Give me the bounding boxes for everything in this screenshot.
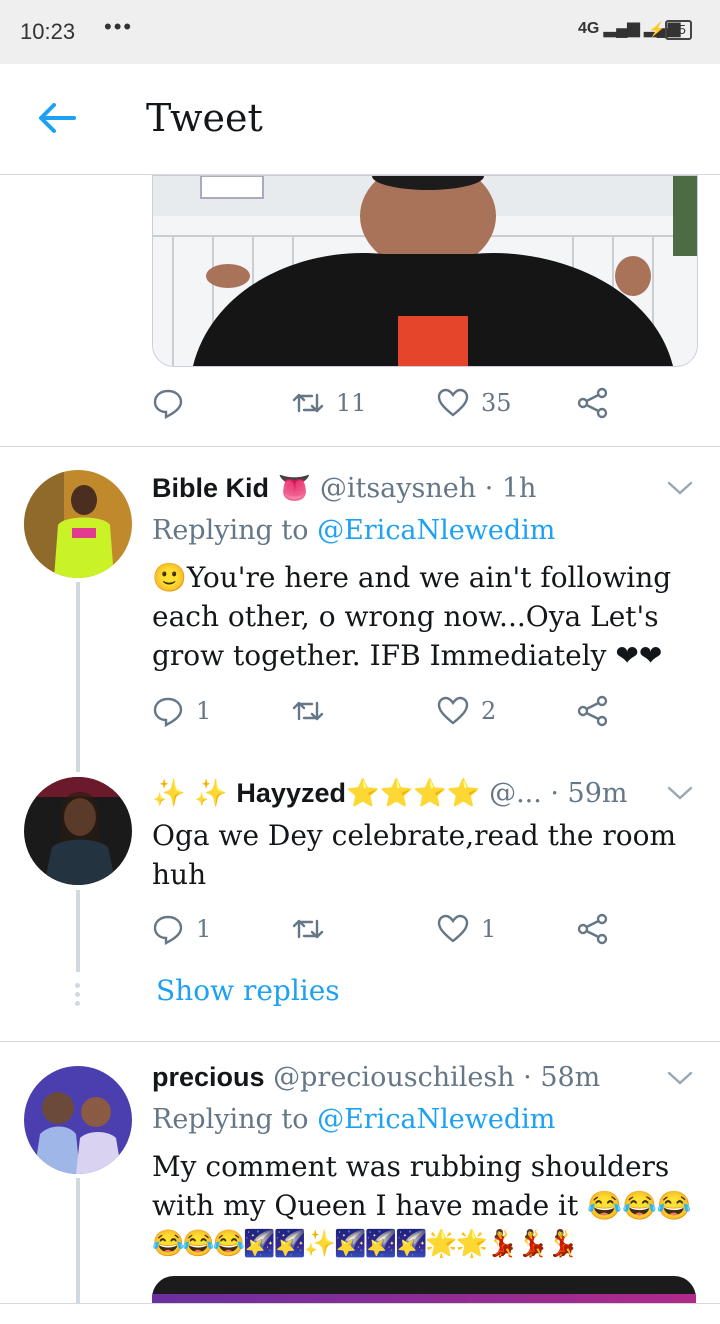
retweet-button[interactable] xyxy=(292,695,324,727)
avatar[interactable] xyxy=(24,1066,132,1174)
reply-header: precious @preciouschilesh · 58m xyxy=(152,1062,600,1093)
like-button[interactable]: 35 xyxy=(437,387,512,419)
retweet-icon xyxy=(292,393,324,413)
top-app-bar: Tweet xyxy=(0,64,720,175)
heart-icon xyxy=(437,696,469,725)
reply-icon xyxy=(153,389,183,419)
replying-to: Replying to @EricaNlewedim xyxy=(152,515,555,546)
chevron-down-icon[interactable] xyxy=(666,1068,694,1088)
replying-to-label: Replying to xyxy=(152,1104,318,1135)
reply-icon xyxy=(153,697,183,727)
retweet-icon xyxy=(292,919,324,939)
heart-icon xyxy=(437,388,469,417)
like-count: 2 xyxy=(481,697,497,725)
mention-link[interactable]: @EricaNlewedim xyxy=(317,1104,555,1135)
reply-header: ✨ ✨ Hayyzed⭐⭐⭐⭐ @... · 59m xyxy=(152,777,628,809)
thread-line xyxy=(76,582,80,772)
thread-line xyxy=(76,1178,80,1303)
reply-actions: 1 1 xyxy=(152,913,622,953)
avatar-image xyxy=(24,470,132,578)
replying-to: Replying to @EricaNlewedim xyxy=(152,1104,555,1135)
avatar-image xyxy=(24,1066,132,1174)
status-notification-dots: ••• xyxy=(104,14,134,39)
reply-text-line: My comment was rubbing shoulders xyxy=(152,1150,670,1183)
sparkles-emoji: ✨ ✨ xyxy=(152,778,228,809)
tweet-photo[interactable] xyxy=(152,175,698,367)
like-button[interactable]: 2 xyxy=(437,695,496,727)
mention-link[interactable]: @EricaNlewedim xyxy=(317,515,555,546)
share-button[interactable] xyxy=(577,387,609,419)
reply-text-line: with my Queen I have made it 😂😂😂 xyxy=(152,1189,692,1222)
replying-to-label: Replying to xyxy=(152,515,318,546)
reply-button[interactable]: 1 xyxy=(152,695,211,727)
share-button[interactable] xyxy=(577,695,609,727)
reply-header: Bible Kid 👅 @itsaysneh · 1h xyxy=(152,472,536,504)
share-button[interactable] xyxy=(577,913,609,945)
retweet-icon xyxy=(292,701,324,721)
avatar-image xyxy=(24,777,132,885)
reply-text: Oga we Dey celebrate,read the room huh xyxy=(152,819,677,891)
retweet-button[interactable]: 11 xyxy=(292,387,367,419)
thread-line xyxy=(76,890,80,972)
avatar[interactable] xyxy=(24,777,132,885)
display-name[interactable]: Hayyzed xyxy=(236,778,346,808)
share-icon xyxy=(577,913,608,945)
handle-and-time[interactable]: @... · 59m xyxy=(489,778,627,809)
retweet-count: 11 xyxy=(336,389,367,417)
retweet-button[interactable] xyxy=(292,913,324,945)
divider xyxy=(0,1041,720,1042)
divider xyxy=(0,446,720,447)
thread-continuation-dots xyxy=(74,983,82,1010)
heart-icon xyxy=(437,914,469,943)
avatar[interactable] xyxy=(24,470,132,578)
reply-actions: 1 2 xyxy=(152,695,622,735)
battery-level: 55 xyxy=(665,20,692,40)
status-time: 10:23 xyxy=(20,19,76,44)
status-bar: 10:23 ••• 4G ▂▄▆ ▂▄▆ ⚡ 55 xyxy=(0,0,720,64)
page-title: Tweet xyxy=(146,96,263,140)
reply-count: 1 xyxy=(196,915,212,943)
share-icon xyxy=(577,695,608,727)
reply-text: My comment was rubbing shoulders with my… xyxy=(152,1147,697,1264)
chevron-down-icon[interactable] xyxy=(666,478,694,498)
reply-count: 1 xyxy=(196,697,212,725)
reply-text: 🙂You're here and we ain't following each… xyxy=(152,561,672,672)
reply-button[interactable]: 1 xyxy=(152,913,211,945)
emoji-line: 😂😂😂🌠🌠✨🌠🌠🌠🌟🌟💃💃💃 xyxy=(152,1229,579,1259)
star-emojis: ⭐⭐⭐⭐ xyxy=(345,778,481,809)
chevron-down-icon[interactable] xyxy=(666,783,694,803)
photo-illustration xyxy=(153,176,697,366)
handle-and-time[interactable]: @itsaysneh · 1h xyxy=(320,473,537,504)
share-icon xyxy=(577,387,608,419)
display-name[interactable]: Bible Kid xyxy=(152,473,269,503)
show-replies-link[interactable]: Show replies xyxy=(156,974,340,1007)
arrow-left-icon[interactable] xyxy=(36,102,76,134)
bottom-edge xyxy=(0,1303,720,1324)
like-count: 1 xyxy=(481,915,497,943)
main-tweet-actions: 11 35 xyxy=(152,387,622,427)
reply-icon xyxy=(153,915,183,945)
like-count: 35 xyxy=(481,389,512,417)
like-button[interactable]: 1 xyxy=(437,913,496,945)
handle-and-time[interactable]: @preciouschilesh · 58m xyxy=(273,1062,600,1093)
display-name[interactable]: precious xyxy=(152,1062,265,1092)
battery-icon: ⚡ 55 xyxy=(648,20,692,40)
reply-button[interactable] xyxy=(152,387,184,419)
tongue-emoji: 👅 xyxy=(277,473,312,504)
network-type: 4G xyxy=(578,20,600,37)
